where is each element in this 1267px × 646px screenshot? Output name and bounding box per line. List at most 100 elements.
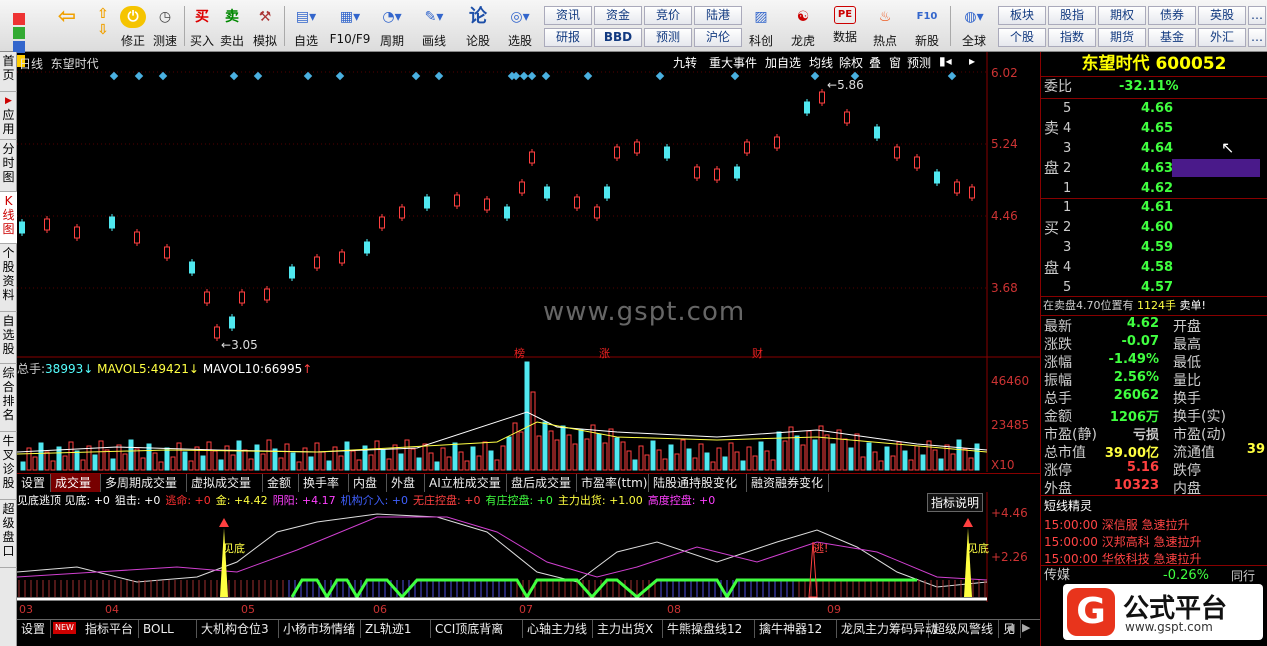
indicator-tab-2[interactable]: BOLL <box>139 620 197 638</box>
forex-button[interactable]: 外汇 <box>1198 28 1246 47</box>
orderbook-price[interactable]: 4.58 <box>1141 259 1173 277</box>
stock-picker-button[interactable]: ◎▾ 选股 <box>500 4 540 50</box>
volume-tab-6[interactable]: 内盘 <box>349 474 387 492</box>
news-button[interactable]: 资讯 <box>544 6 592 25</box>
indicator-tab-6[interactable]: CCI顶底背离 <box>431 620 523 638</box>
orderbook-price[interactable]: 4.66 <box>1141 100 1173 118</box>
volume-tab-0[interactable]: 设置 <box>17 474 51 492</box>
event-marker-bang[interactable]: 榜 <box>514 345 525 361</box>
forecast-button[interactable]: 预测 <box>644 28 692 47</box>
sector-button[interactable]: 板块 <box>998 6 1046 25</box>
speed-test-button[interactable]: ◷ 测速 <box>150 4 180 50</box>
global-button[interactable]: ◍▾ 全球 <box>954 4 994 50</box>
sector-peers[interactable]: 同行 <box>1231 567 1255 585</box>
watchlist-button[interactable]: ▤▾ 自选 <box>288 4 324 50</box>
uk-stock-button[interactable]: 英股 <box>1198 6 1246 25</box>
volume-tab-5[interactable]: 换手率 <box>299 474 349 492</box>
indicator-explain-button[interactable]: 指标说明 <box>927 493 984 512</box>
event-marker-cai[interactable]: 财 <box>752 345 763 361</box>
volume-tab-8[interactable]: AI立桩成交量 <box>425 474 507 492</box>
volume-tab-12[interactable]: 融资融券变化 <box>747 474 829 492</box>
indicator-tab-1[interactable]: 指标平台 <box>81 620 139 638</box>
sell-button[interactable]: 卖卖出 <box>218 4 246 50</box>
menu-overlay[interactable]: 叠 <box>867 54 884 71</box>
forum-button[interactable]: 论论股 <box>462 4 494 50</box>
tab-scroll-right-icon[interactable]: ▶ <box>1022 621 1030 634</box>
dragon-tiger-button[interactable]: ☯ 龙虎 <box>786 4 820 50</box>
arrow-right-icon[interactable]: ▸ <box>967 54 978 68</box>
futures-button[interactable]: 期货 <box>1098 28 1146 47</box>
indicator-tab-10[interactable]: 擒牛神器12 <box>755 620 837 638</box>
volume-tab-4[interactable]: 金额 <box>263 474 299 492</box>
sidebar-item-watchlist[interactable]: 自选股 <box>0 312 17 364</box>
volume-tab-1[interactable]: 成交量 <box>51 474 101 492</box>
sidebar-item-profile[interactable]: 个股资料 <box>0 244 17 312</box>
indicator-tab-9[interactable]: 牛熊操盘线12 <box>663 620 755 638</box>
funds-button[interactable]: 资金 <box>594 6 642 25</box>
more-bottom-button[interactable]: … <box>1248 28 1266 47</box>
menu-add-watchlist[interactable]: 加自选 <box>763 54 804 71</box>
ipo-button[interactable]: F10 新股 <box>910 4 944 50</box>
bonds-button[interactable]: 债券 <box>1148 6 1196 25</box>
indicator-tab-5[interactable]: ZL轨迹1 <box>361 620 431 638</box>
more-top-button[interactable]: … <box>1248 6 1266 25</box>
up-down-button[interactable]: ⇧ ⇩ <box>90 4 114 50</box>
indicator-tab-4[interactable]: 小杨市场情绪 <box>279 620 361 638</box>
orderbook-price[interactable]: 4.65 <box>1141 120 1173 138</box>
index-futures-button[interactable]: 股指 <box>1048 6 1096 25</box>
indicator-tab-0[interactable]: 设置 <box>17 620 51 638</box>
auction-button[interactable]: 竞价 <box>644 6 692 25</box>
hotspot-button[interactable]: ♨ 热点 <box>868 4 902 50</box>
short-term-alert[interactable]: 15:00:00 深信服 急速拉升 <box>1044 516 1190 534</box>
bbd-button[interactable]: BBD <box>594 28 642 47</box>
pin-icon[interactable]: ▮◂ <box>937 54 954 68</box>
hk-connect-button[interactable]: 陆港 <box>694 6 742 25</box>
f10-button[interactable]: ▦▾ F10/F9 <box>328 4 372 50</box>
orderbook-price[interactable]: 4.62 <box>1141 180 1173 198</box>
tab-scroll-left-icon[interactable]: ◀ <box>1006 621 1014 634</box>
fund-button[interactable]: 基金 <box>1148 28 1196 47</box>
sidebar-item-ranking[interactable]: 综合排名 <box>0 364 17 432</box>
menu-nine-turn[interactable]: 九转 <box>671 54 700 71</box>
kline-chart[interactable] <box>17 52 1040 618</box>
volume-tab-3[interactable]: 虚拟成交量 <box>187 474 263 492</box>
research-button[interactable]: 研报 <box>544 28 592 47</box>
sidebar-item-diagnosis[interactable]: 牛叉诊股 <box>0 432 17 500</box>
star-market-button[interactable]: ▨ 科创 <box>744 4 778 50</box>
sidebar-item-apps[interactable]: ▶ 应用 <box>0 92 17 140</box>
draw-line-button[interactable]: ✎▾ 画线 <box>416 4 452 50</box>
orderbook-price[interactable]: 4.59 <box>1141 239 1173 257</box>
simulate-button[interactable]: ⚒ 模拟 <box>250 4 280 50</box>
index-button[interactable]: 指数 <box>1048 28 1096 47</box>
volume-tab-10[interactable]: 市盈率(ttm) <box>577 474 649 492</box>
orderbook-price[interactable]: 4.57 <box>1141 279 1173 297</box>
menu-major-events[interactable]: 重大事件 <box>707 54 760 71</box>
menu-ex-rights[interactable]: 除权 <box>837 54 866 71</box>
correct-button[interactable]: ⏻ 修正 <box>118 4 148 50</box>
orderbook-price[interactable]: 4.64 <box>1141 140 1173 158</box>
orderbook-price[interactable]: 4.60 <box>1141 219 1173 237</box>
sector-name[interactable]: 传媒 <box>1044 567 1070 585</box>
indicator-tab-8[interactable]: 主力出货X <box>593 620 663 638</box>
menu-forecast[interactable]: 预测 <box>905 54 934 71</box>
period-button[interactable]: ◔▾ 周期 <box>374 4 410 50</box>
sidebar-item-timeshare[interactable]: 分时图 <box>0 140 17 192</box>
indicator-tab-3[interactable]: 大机构仓位3 <box>197 620 279 638</box>
sh-london-button[interactable]: 沪伦 <box>694 28 742 47</box>
volume-tab-9[interactable]: 盘后成交量 <box>507 474 577 492</box>
event-marker-zhang[interactable]: 涨 <box>599 345 610 361</box>
orderbook-price[interactable]: 4.61 <box>1141 199 1173 217</box>
app-logo-icon[interactable] <box>4 4 44 67</box>
sidebar-item-kline[interactable]: K线图 <box>0 192 17 244</box>
buy-button[interactable]: 买买入 <box>188 4 216 50</box>
volume-tab-2[interactable]: 多周期成交量 <box>101 474 187 492</box>
short-term-alert[interactable]: 15:00:00 汉邦高科 急速拉升 <box>1044 533 1202 551</box>
data-button[interactable]: PE 数据 <box>828 4 862 50</box>
stock-button[interactable]: 个股 <box>998 28 1046 47</box>
volume-tab-11[interactable]: 陆股通持股变化 <box>649 474 747 492</box>
sidebar-item-super-orderbook[interactable]: 超级盘口 <box>0 500 17 568</box>
menu-moving-average[interactable]: 均线 <box>807 54 836 71</box>
indicator-tab-7[interactable]: 心轴主力线 <box>523 620 593 638</box>
menu-window[interactable]: 窗 <box>887 54 904 71</box>
indicator-tab-12[interactable]: 超级风警线 <box>929 620 999 638</box>
